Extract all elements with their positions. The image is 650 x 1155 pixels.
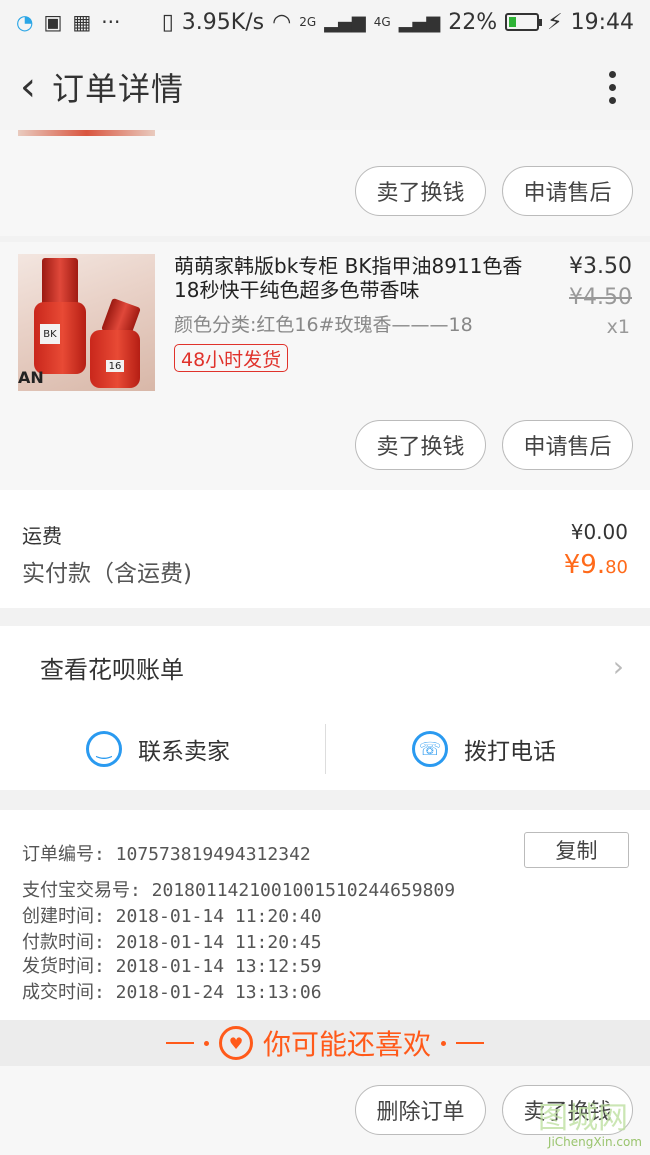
net-speed: 3.95K/s (181, 9, 265, 35)
shipping-tag: 48小时发货 (174, 344, 289, 372)
product-label: BK (40, 324, 60, 344)
watermark-logo: 图城网 (538, 1101, 628, 1136)
huabei-bill-row[interactable]: 查看花呗账单 › (0, 626, 650, 708)
shipped-time: 发货时间: 2018-01-14 13:12:59 (22, 956, 322, 977)
sim1-label: 2G (299, 15, 317, 29)
chat-icon: ‿ (86, 731, 122, 767)
product-spec: 颜色分类:红色16#玫瑰香———18 (174, 314, 473, 336)
paid-time: 付款时间: 2018-01-14 11:20:45 (22, 932, 322, 953)
shipping-label: 运费 (22, 524, 62, 548)
heart-icon: ♥ (218, 1026, 253, 1060)
sell-button[interactable]: 卖了换钱 (355, 166, 486, 216)
product-title[interactable]: 萌萌家韩版bk专柜 BK指甲油8911色香18秒快干纯色超多色带香味 (174, 254, 536, 302)
completed-time: 成交时间: 2018-01-24 13:13:06 (22, 982, 322, 1003)
clock: 19:44 (570, 9, 634, 35)
page-title: 订单详情 (52, 70, 185, 108)
product-label: 16 (106, 360, 124, 372)
recommend-header: ♥ 你可能还喜欢 (0, 1020, 650, 1066)
product-brand-text: AN (18, 368, 44, 387)
order-info-section: 订单编号: 1075738194943123​42 复制 支付宝交易号: 201… (0, 810, 650, 1020)
paid-value: ¥9.80 (563, 550, 628, 580)
previous-item-card: 卖了换钱 申请售后 (0, 130, 650, 236)
watermark-url: JiChengXin.com (547, 1135, 642, 1149)
fee-section: 运费 ¥0.00 实付款（含运费) ¥9.80 (0, 490, 650, 608)
huabei-label: 查看花呗账单 (40, 656, 184, 684)
battery-icon (505, 13, 543, 31)
signal-icon: ▂▄▆ (324, 11, 366, 33)
sim2-label: 4G (373, 15, 391, 29)
created-time: 创建时间: 2018-01-14 11:20:40 (22, 906, 322, 927)
sell-button[interactable]: 卖了换钱 (355, 420, 486, 470)
bottom-action-bar: 删除订单 卖了换钱 图城网 JiChengXin.com (0, 1066, 650, 1155)
divider (325, 724, 326, 774)
wifi-icon: ◠ (272, 9, 292, 35)
product-card[interactable]: BK 16 AN 萌萌家韩版bk专柜 BK指甲油8911色香18秒快干纯色超多色… (0, 242, 650, 490)
signal-icon: ▂▄▆ (398, 11, 441, 33)
previous-item-image-edge (18, 130, 155, 136)
copy-button[interactable]: 复制 (524, 832, 629, 868)
delete-order-button[interactable]: 删除订单 (355, 1085, 486, 1135)
chevron-right-icon: › (612, 650, 624, 683)
product-image[interactable]: BK 16 AN (18, 254, 155, 391)
alipay-trade-number: 支付宝交易号: 2018011421001001510244659809 (22, 880, 456, 901)
contact-bar: ‿ 联系卖家 ☏ 拨打电话 (0, 708, 650, 790)
image-icon: ▣ (43, 10, 63, 34)
contact-seller-button[interactable]: ‿ 联系卖家 (86, 708, 230, 790)
order-number: 订单编号: 1075738194943123​42 (22, 844, 311, 865)
contact-seller-label: 联系卖家 (138, 739, 230, 765)
back-icon[interactable]: ‹ (6, 57, 50, 117)
notification-icon: ◔ (16, 10, 34, 34)
product-price: ¥3.50 (569, 254, 632, 279)
charging-icon: ⚡ (547, 9, 563, 35)
app-icon: ▦ (72, 10, 92, 34)
nav-bar: ‹ 订单详情 (0, 44, 650, 130)
battery-percent: 22% (448, 9, 498, 35)
vibrate-icon: ▯ (161, 9, 174, 35)
paid-label: 实付款（含运费) (22, 561, 192, 587)
more-dots: ··· (101, 10, 121, 34)
bottle-shape (90, 330, 140, 388)
call-phone-button[interactable]: ☏ 拨打电话 (412, 708, 556, 790)
phone-icon: ☏ (412, 731, 448, 767)
more-menu-icon[interactable] (602, 70, 622, 104)
recommend-label: 你可能还喜欢 (262, 1028, 431, 1061)
product-original-price: ¥4.50 (569, 285, 632, 310)
shipping-value: ¥0.00 (570, 520, 628, 544)
call-phone-label: 拨打电话 (464, 739, 556, 765)
after-sale-button[interactable]: 申请售后 (502, 166, 633, 216)
product-quantity: x1 (606, 316, 630, 338)
after-sale-button[interactable]: 申请售后 (502, 420, 633, 470)
status-bar: ◔ ▣ ▦ ··· ▯ 3.95K/s ◠ 2G ▂▄▆ 4G ▂▄▆ 22% … (0, 0, 650, 44)
